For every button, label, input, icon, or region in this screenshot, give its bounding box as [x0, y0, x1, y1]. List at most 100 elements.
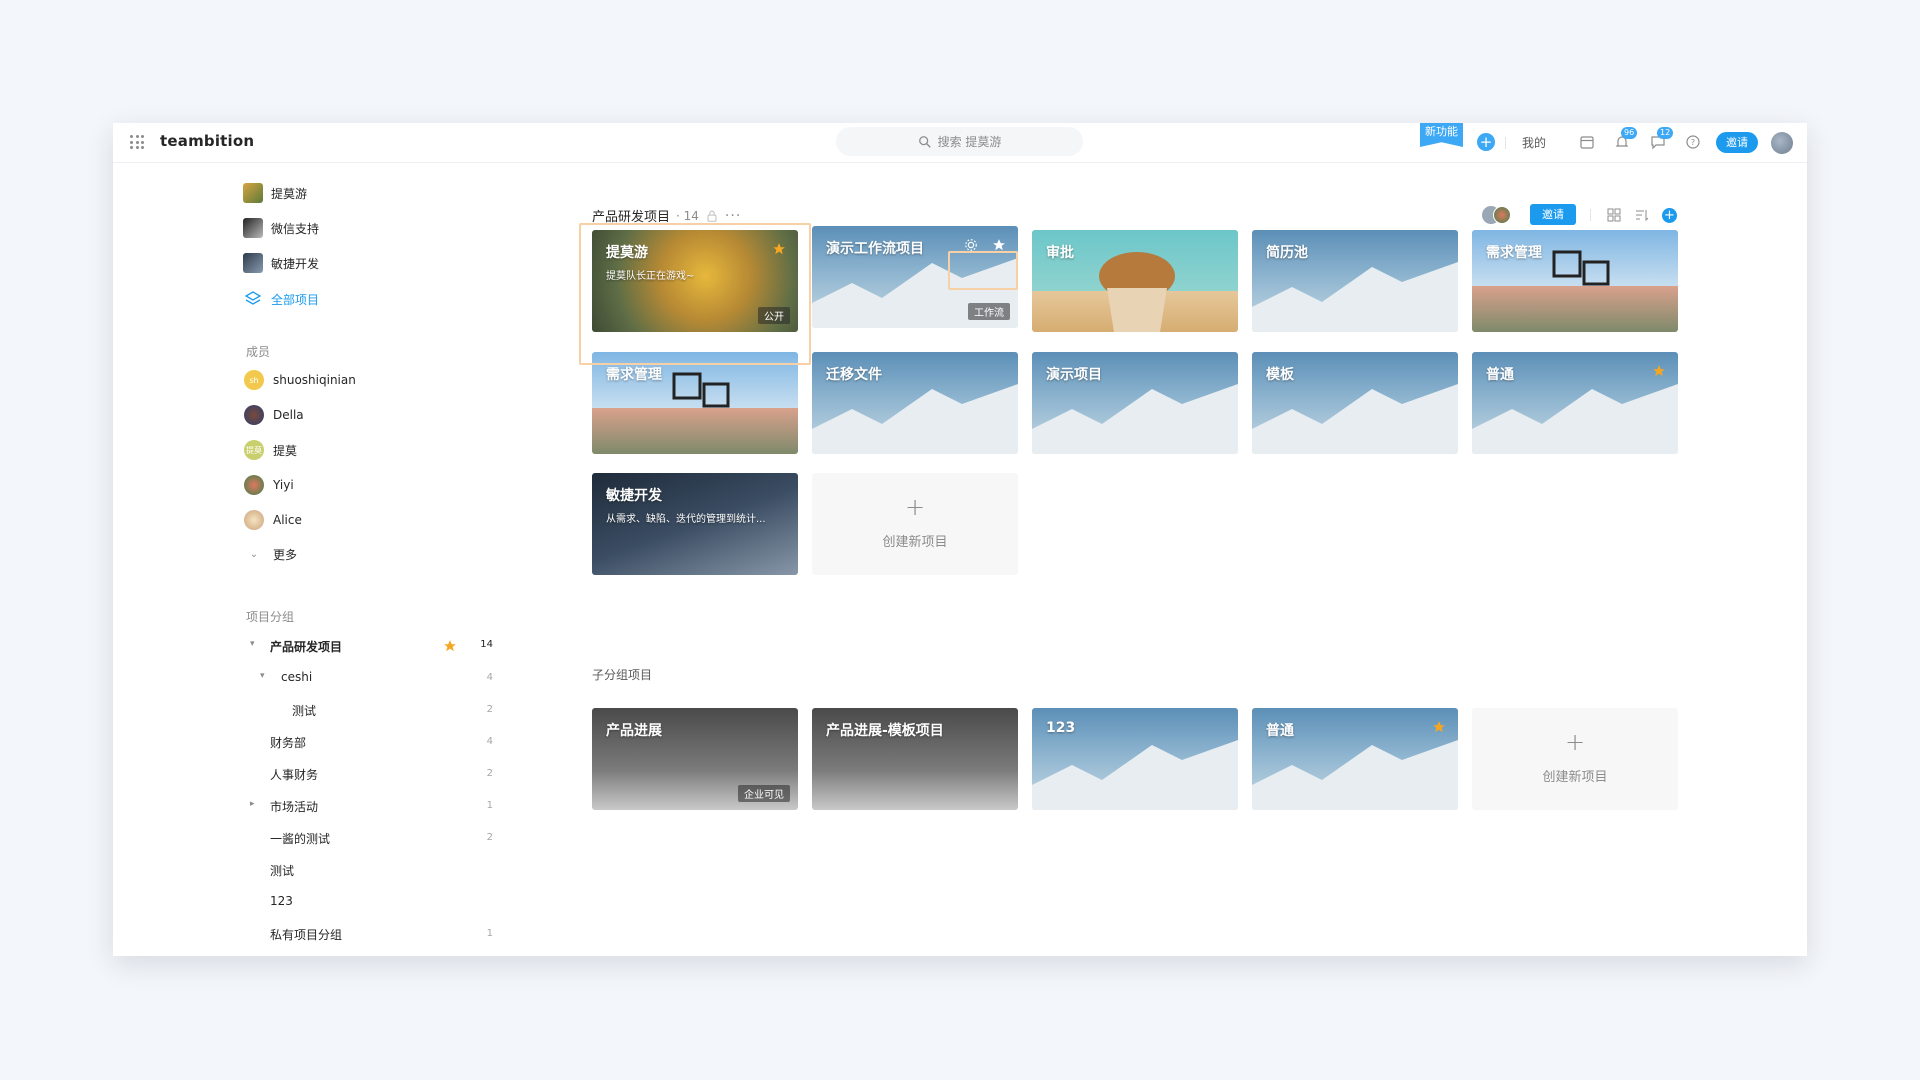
card-title: 需求管理	[606, 367, 662, 383]
frame-graphic	[672, 372, 730, 408]
project-card-resume-pool[interactable]: 简历池	[1252, 230, 1458, 332]
sidebar-project-wechat[interactable]: 微信支持	[243, 218, 319, 238]
member-item[interactable]: Della	[244, 405, 304, 425]
apps-grid-icon[interactable]	[130, 135, 144, 149]
member-item[interactable]: Yiyi	[244, 475, 294, 495]
svg-text:?: ?	[1691, 138, 1695, 147]
mine-link[interactable]: 我的	[1522, 134, 1546, 151]
muffin-graphic	[1099, 252, 1175, 332]
member-item[interactable]: Alice	[244, 510, 302, 530]
avatar: sh	[244, 370, 264, 390]
message-count: 12	[1657, 127, 1674, 139]
subproject-card-progress[interactable]: 产品进展 企业可见	[592, 708, 798, 810]
card-title: 产品进展-模板项目	[826, 723, 944, 739]
help-icon[interactable]: ?	[1684, 133, 1702, 151]
avatar	[1493, 206, 1511, 224]
subproject-card-normal[interactable]: 普通	[1252, 708, 1458, 810]
group-item-finance[interactable]: 财务部	[270, 734, 306, 751]
star-icon[interactable]	[443, 639, 457, 653]
group-item-ceshi[interactable]: ceshi	[281, 670, 312, 684]
project-card-agile[interactable]: 敏捷开发 从需求、缺陷、迭代的管理到统计...	[592, 473, 798, 575]
member-name: 提莫	[273, 443, 298, 458]
project-card-normal[interactable]: 普通	[1472, 352, 1678, 454]
notification-bell-icon[interactable]: 96	[1613, 127, 1638, 151]
settings-gear-icon[interactable]	[964, 238, 978, 252]
project-card-requirements-2[interactable]: 需求管理	[592, 352, 798, 454]
card-title: 简历池	[1266, 245, 1308, 261]
new-feature-badge[interactable]: 新功能	[1420, 123, 1463, 147]
search-placeholder: 搜索 提莫游	[937, 135, 1002, 149]
group-item-private[interactable]: 私有项目分组	[270, 926, 342, 943]
more-icon[interactable]: ···	[725, 208, 741, 224]
invite-members-button[interactable]: 邀请	[1530, 204, 1576, 225]
plus-icon: +	[1564, 728, 1586, 756]
group-item-marketing[interactable]: 市场活动	[270, 798, 318, 815]
subproject-card-progress-template[interactable]: 产品进展-模板项目	[812, 708, 1018, 810]
sort-icon[interactable]	[1635, 208, 1649, 222]
project-thumbnail	[243, 218, 263, 238]
lock-icon	[707, 210, 717, 222]
workflow-tag: 工作流	[968, 303, 1010, 320]
sidebar-all-projects[interactable]: 全部项目	[243, 289, 319, 309]
mountain-graphic	[1252, 262, 1458, 332]
group-item-product[interactable]: 产品研发项目	[270, 638, 342, 655]
create-project-label: 创建新项目	[1542, 770, 1608, 785]
project-card-demo[interactable]: 演示项目	[1032, 352, 1238, 454]
group-item-test2[interactable]: 测试	[270, 862, 294, 879]
invite-button[interactable]: 邀请	[1716, 132, 1758, 153]
search-input[interactable]: 搜索 提莫游	[836, 127, 1083, 156]
caret-right-icon[interactable]: ▸	[250, 799, 255, 809]
caret-down-icon[interactable]: ▾	[250, 639, 255, 649]
avatar	[244, 405, 264, 425]
top-bar: teambition 搜索 提莫游 新功能 + 我的 96 12 ? 邀请	[113, 123, 1807, 163]
chevron-down-icon: ⌄	[249, 549, 259, 560]
frame-graphic	[1552, 250, 1610, 286]
sidebar-project-agile[interactable]: 敏捷开发	[243, 253, 319, 273]
brand-logo[interactable]: teambition	[160, 132, 254, 150]
all-projects-label: 全部项目	[271, 292, 320, 307]
create-subproject-button[interactable]: + 创建新项目	[1472, 708, 1678, 810]
add-project-icon[interactable]: +	[1662, 208, 1677, 223]
subproject-card-123[interactable]: 123	[1032, 708, 1238, 810]
selection-highlight	[579, 223, 811, 365]
project-card-requirements[interactable]: 需求管理	[1472, 230, 1678, 332]
group-item-yijiang[interactable]: 一酱的测试	[270, 830, 330, 847]
group-item-hr[interactable]: 人事财务	[270, 766, 318, 783]
group-item-123[interactable]: 123	[270, 894, 293, 908]
star-icon[interactable]	[1432, 720, 1446, 734]
subgroup-section-title: 子分组项目	[592, 668, 653, 682]
mountain-graphic	[1032, 740, 1238, 810]
card-title: 模板	[1266, 367, 1294, 383]
project-card-approval[interactable]: 审批	[1032, 230, 1238, 332]
message-icon[interactable]: 12	[1649, 127, 1674, 151]
star-icon[interactable]	[1652, 364, 1666, 378]
quick-add-icon[interactable]: +	[1477, 133, 1495, 151]
caret-down-icon[interactable]: ▾	[260, 671, 265, 681]
card-title: 迁移文件	[826, 367, 882, 383]
project-thumbnail	[243, 253, 263, 273]
group-count: 1	[486, 928, 493, 939]
card-title: 普通	[1486, 367, 1514, 383]
project-card-template[interactable]: 模板	[1252, 352, 1458, 454]
create-project-button[interactable]: + 创建新项目	[812, 473, 1018, 575]
sidebar-project-timoyou[interactable]: 提莫游	[243, 183, 307, 203]
member-name: Alice	[273, 513, 302, 527]
mountain-graphic	[1252, 384, 1458, 454]
create-project-label: 创建新项目	[882, 535, 948, 550]
avatar	[244, 475, 264, 495]
selection-highlight	[948, 251, 1018, 290]
grid-view-icon[interactable]	[1607, 208, 1621, 222]
calendar-icon[interactable]	[1578, 133, 1596, 151]
group-item-test[interactable]: 测试	[292, 702, 316, 719]
star-outline-icon[interactable]	[992, 238, 1006, 252]
card-title: 敏捷开发	[606, 488, 662, 504]
card-description: 从需求、缺陷、迭代的管理到统计...	[606, 514, 766, 525]
member-item[interactable]: sh shuoshiqinian	[244, 370, 356, 390]
project-card-migrate[interactable]: 迁移文件	[812, 352, 1018, 454]
user-avatar[interactable]	[1771, 132, 1793, 154]
layers-icon	[244, 291, 262, 305]
group-count: 2	[486, 832, 493, 843]
more-members-toggle[interactable]: ⌄ 更多	[244, 546, 297, 563]
more-label: 更多	[273, 548, 298, 562]
member-item[interactable]: 提莫 提莫	[244, 440, 297, 460]
